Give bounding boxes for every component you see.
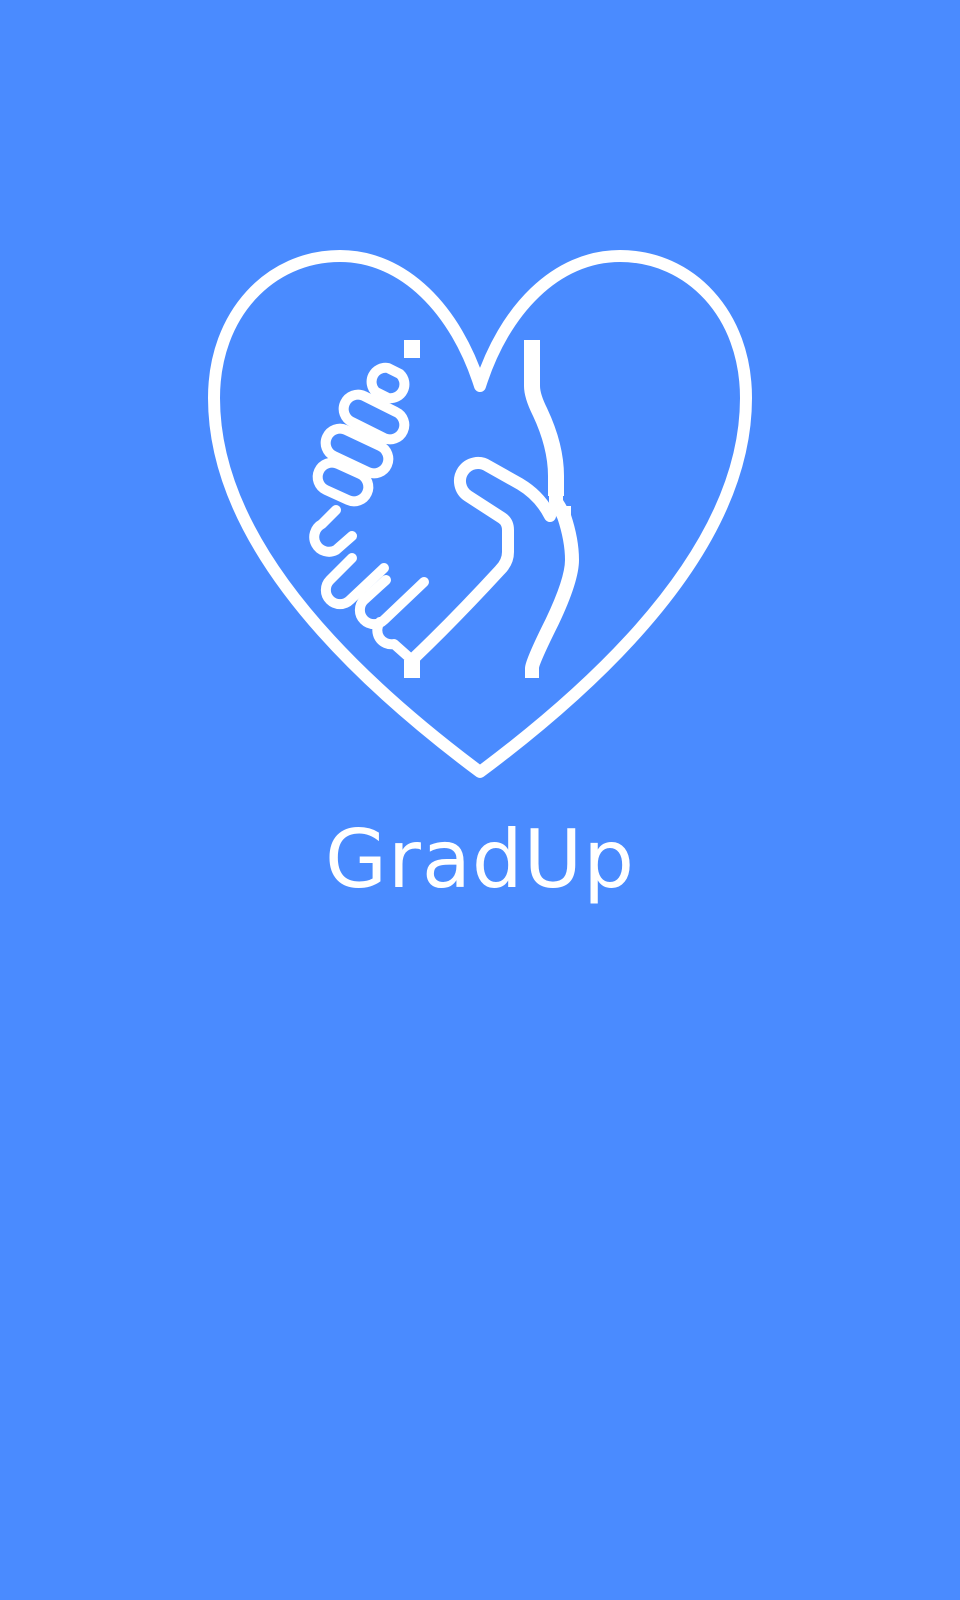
right-wrist-join [549, 469, 571, 523]
left-thumb [309, 505, 357, 557]
heart-outline [208, 250, 752, 778]
heart-handshake-icon [200, 240, 760, 800]
finger-1 [366, 362, 410, 404]
left-palm-1 [320, 553, 389, 610]
splash-screen: GradUp [0, 0, 960, 1600]
app-name: GradUp [324, 813, 636, 906]
right-arm-line [525, 506, 579, 678]
left-palm-3 [406, 456, 556, 666]
left-palm-4 [372, 617, 417, 665]
